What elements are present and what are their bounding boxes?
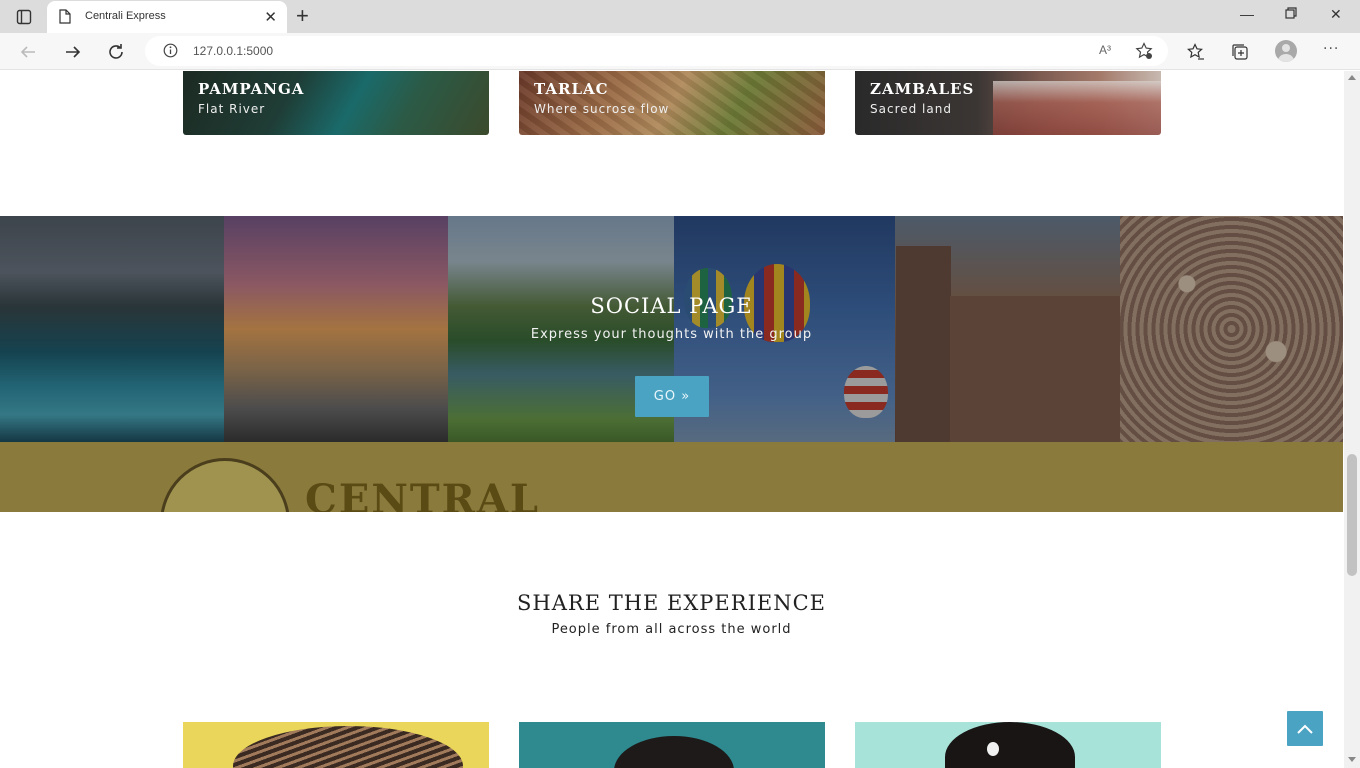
portrait-shape [614,736,734,768]
hair-flower-shape [987,742,999,756]
new-tab-icon[interactable]: + [296,3,309,29]
central-logo-text: CENTRAL [305,476,541,512]
back-to-top-button[interactable] [1287,711,1323,746]
forward-icon[interactable] [62,41,84,63]
testimonial-photo-1[interactable] [183,722,489,768]
province-name: PAMPANGA [198,80,305,98]
social-page-banner: CENTRAL SOCIAL PAGE Express your thought… [0,216,1343,512]
page-viewport: PAMPANGA Flat River TARLAC Where sucrose… [0,71,1344,768]
add-favorite-icon[interactable] [1135,42,1153,64]
site-info-icon[interactable] [163,43,178,62]
portrait-shape [233,726,463,768]
browser-toolbar: 127.0.0.1:5000 A³ ··· [0,33,1360,70]
address-bar[interactable]: 127.0.0.1:5000 A³ [145,36,1168,66]
browser-tab[interactable]: Centrali Express ✕ [47,1,287,33]
url-text[interactable]: 127.0.0.1:5000 [193,44,273,58]
share-section-title: SHARE THE EXPERIENCE [517,591,826,615]
share-section-subtitle: People from all across the world [551,622,792,637]
social-page-subtitle: Express your thoughts with the group [530,327,813,342]
scroll-down-arrow-icon[interactable] [1348,757,1356,762]
province-name: ZAMBALES [870,80,975,98]
minimize-icon[interactable]: — [1240,6,1254,22]
province-card-zambales[interactable]: ZAMBALES Sacred land [855,71,1161,135]
testimonial-photo-2[interactable] [519,722,825,768]
province-name: TARLAC [534,80,609,98]
banner-logo-band: CENTRAL [0,442,1343,512]
more-options-icon[interactable]: ··· [1323,41,1339,57]
province-tagline: Where sucrose flow [534,102,670,116]
tab-title: Centrali Express [85,10,166,22]
scrollbar-thumb[interactable] [1347,454,1357,576]
testimonial-photo-3[interactable] [855,722,1161,768]
back-icon[interactable] [17,41,39,63]
restore-icon[interactable] [1285,6,1297,22]
chevron-up-icon [1297,724,1313,734]
page-scrollbar[interactable] [1344,71,1360,768]
favorites-icon[interactable] [1185,41,1207,63]
social-page-title: SOCIAL PAGE [590,294,753,318]
close-tab-icon[interactable]: ✕ [264,8,277,26]
scroll-up-arrow-icon[interactable] [1348,75,1356,80]
building-image [993,81,1161,135]
browser-tab-bar: Centrali Express ✕ + — ✕ [0,0,1360,33]
page-icon [59,9,71,28]
tab-actions-icon[interactable] [8,4,40,30]
profile-avatar[interactable] [1275,40,1297,62]
province-tagline: Sacred land [870,102,952,116]
collections-icon[interactable] [1229,41,1251,63]
province-tagline: Flat River [198,102,266,116]
portrait-shape [945,722,1075,768]
province-card-pampanga[interactable]: PAMPANGA Flat River [183,71,489,135]
refresh-icon[interactable] [105,41,127,63]
go-button[interactable]: GO » [635,376,709,417]
province-card-tarlac[interactable]: TARLAC Where sucrose flow [519,71,825,135]
tourism-seal-logo [160,458,290,512]
read-aloud-icon[interactable]: A³ [1099,43,1111,57]
close-window-icon[interactable]: ✕ [1330,6,1342,23]
